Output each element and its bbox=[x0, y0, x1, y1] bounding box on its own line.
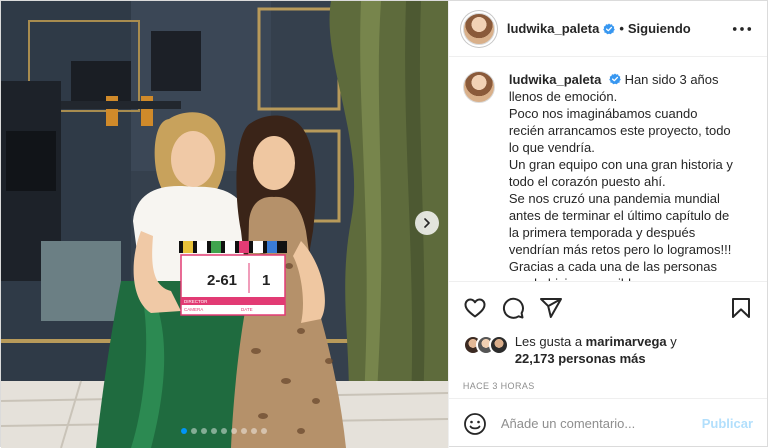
likes-text: Les gusta a marimarvega y 22,173 persona… bbox=[515, 333, 677, 367]
header-separator: • bbox=[619, 21, 624, 36]
more-horizontal-icon bbox=[732, 27, 752, 31]
share-icon[interactable] bbox=[539, 296, 563, 320]
post-media[interactable]: 2-61 1 DIRECTOR CAMERA DATE bbox=[1, 1, 448, 448]
carousel-dot bbox=[231, 428, 238, 434]
caption-line: Se nos cruzó una pandemia mundial antes … bbox=[508, 191, 732, 257]
carousel-indicator bbox=[1, 428, 448, 434]
carousel-dot bbox=[181, 428, 188, 434]
caption-area: ludwika_paleta Han sido 3 años llenos de… bbox=[449, 57, 767, 281]
clapper-director-label: DIRECTOR bbox=[184, 299, 208, 304]
caption-username[interactable]: ludwika_paleta bbox=[509, 72, 601, 87]
carousel-dot bbox=[191, 428, 198, 434]
carousel-dot bbox=[261, 428, 268, 434]
caption-author-avatar[interactable] bbox=[462, 71, 495, 103]
caption-text: ludwika_paleta Han sido 3 años llenos de… bbox=[509, 71, 735, 281]
comment-form: Publicar bbox=[448, 398, 767, 448]
following-button[interactable]: Siguiendo bbox=[628, 21, 691, 36]
caption-line: Gracias a cada una de las personas que l… bbox=[508, 259, 717, 281]
verified-badge-icon bbox=[603, 23, 616, 34]
liker-username[interactable]: marimarvega bbox=[586, 334, 667, 349]
more-options-button[interactable] bbox=[731, 19, 753, 39]
comment-icon[interactable] bbox=[501, 296, 525, 320]
carousel-dot bbox=[211, 428, 218, 434]
author-avatar[interactable] bbox=[462, 12, 495, 45]
carousel-dot bbox=[241, 428, 248, 434]
carousel-dot bbox=[221, 428, 228, 434]
verified-badge-icon bbox=[609, 73, 621, 85]
post-header: ludwika_paleta • Siguiendo bbox=[448, 1, 767, 57]
liker-avatars[interactable] bbox=[462, 335, 511, 357]
post-side-panel: ludwika_paleta • Siguiendo ludwika_palet… bbox=[447, 1, 767, 448]
liker-avatar bbox=[488, 335, 509, 355]
publish-button[interactable]: Publicar bbox=[702, 416, 753, 431]
caption-line: Poco nos imaginábamos cuando recién arra… bbox=[508, 106, 731, 155]
clapper-take: 1 bbox=[262, 272, 270, 289]
clapper-scene: 2-61 bbox=[207, 272, 237, 289]
likes-prefix: Les gusta a bbox=[514, 334, 583, 349]
clapper-date-label: DATE bbox=[241, 307, 253, 312]
carousel-next-button[interactable] bbox=[415, 211, 439, 235]
emoji-icon[interactable] bbox=[463, 412, 487, 436]
instagram-post: 2-61 1 DIRECTOR CAMERA DATE ludwika_pale… bbox=[0, 0, 768, 448]
action-bar bbox=[448, 281, 767, 333]
likes-count-link[interactable]: 22,173 personas más bbox=[515, 351, 646, 366]
post-photo: 2-61 1 DIRECTOR CAMERA DATE bbox=[1, 1, 448, 448]
chevron-right-icon bbox=[424, 218, 430, 228]
author-username[interactable]: ludwika_paleta bbox=[507, 21, 599, 36]
heart-icon[interactable] bbox=[463, 296, 487, 320]
bookmark-icon[interactable] bbox=[729, 296, 753, 320]
likes-summary: Les gusta a marimarvega y 22,173 persona… bbox=[449, 333, 767, 373]
carousel-dot bbox=[251, 428, 258, 434]
caption-line: Un gran equipo con una gran historia y t… bbox=[508, 157, 733, 189]
comment-input[interactable] bbox=[500, 416, 702, 431]
clapper-camera-label: CAMERA bbox=[184, 307, 203, 312]
likes-conjunction: y bbox=[670, 334, 677, 349]
carousel-dot bbox=[201, 428, 208, 434]
